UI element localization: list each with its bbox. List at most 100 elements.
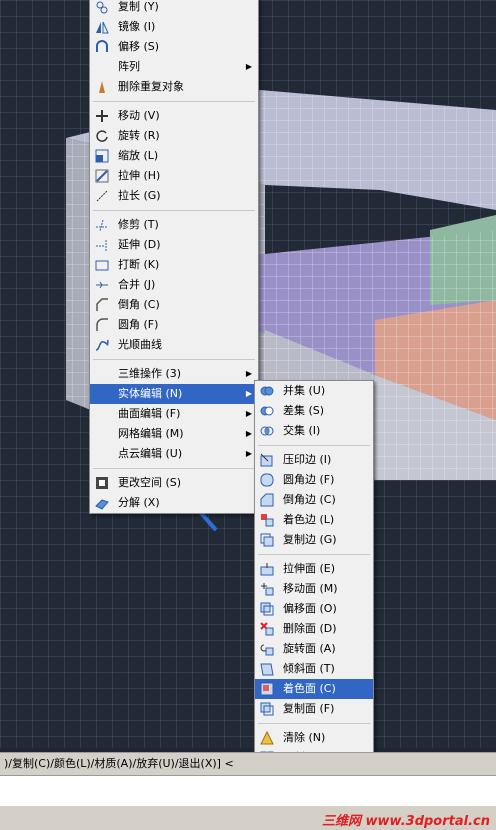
delete-duplicates-icon (95, 80, 109, 94)
sub-menu-item-15[interactable]: 倾斜面 (T) (255, 659, 373, 679)
rotate-icon (95, 129, 109, 143)
rotate-faces-icon (260, 642, 274, 656)
menu-separator (93, 468, 255, 469)
submenu-arrow-icon: ▶ (245, 389, 252, 398)
sub-menu-item-4[interactable]: 压印边 (I) (255, 450, 373, 470)
menu-item-label: 曲面编辑 (F) (118, 407, 181, 420)
clean-icon (260, 731, 274, 745)
sub-menu-item-12[interactable]: 偏移面 (O) (255, 599, 373, 619)
sub-menu-item-14[interactable]: 旋转面 (A) (255, 639, 373, 659)
offset-icon (95, 40, 109, 54)
main-menu-item-13[interactable]: 延伸 (D) (90, 235, 258, 255)
move-faces-icon (260, 582, 274, 596)
main-menu-item-8[interactable]: 缩放 (L) (90, 146, 258, 166)
sub-menu-item-0[interactable]: 并集 (U) (255, 381, 373, 401)
main-menu-item-12[interactable]: 修剪 (T) (90, 215, 258, 235)
menu-item-label: 复制边 (G) (283, 533, 337, 546)
sub-menu-item-13[interactable]: 删除面 (D) (255, 619, 373, 639)
menu-item-label: 旋转面 (A) (283, 642, 336, 655)
menu-item-label: 并集 (U) (283, 384, 326, 397)
copy-edges-icon (260, 533, 274, 547)
join-icon (95, 278, 109, 292)
menu-item-label: 拉伸面 (E) (283, 562, 336, 575)
menu-item-label: 复制面 (F) (283, 702, 335, 715)
menu-item-label: 旋转 (R) (118, 129, 160, 142)
sub-menu-item-11[interactable]: 移动面 (M) (255, 579, 373, 599)
menu-item-label: 合并 (J) (118, 278, 156, 291)
sub-menu-item-17[interactable]: 复制面 (F) (255, 699, 373, 719)
explode-icon (95, 496, 109, 510)
main-menu-item-20[interactable]: 三维操作 (3) ▶ (90, 364, 258, 384)
main-menu-item-0[interactable]: 复制 (Y) (90, 0, 258, 17)
command-input[interactable] (0, 775, 496, 806)
main-menu-item-9[interactable]: 拉伸 (H) (90, 166, 258, 186)
main-menu-item-2[interactable]: 偏移 (S) (90, 37, 258, 57)
main-menu-item-18[interactable]: 光顺曲线 (90, 335, 258, 355)
solid-editing-submenu: 并集 (U) 差集 (S) 交集 (I) 压印边 (I) 圆角边 (F) 倒角边 (C) 着… (254, 380, 374, 809)
menu-item-label: 三维操作 (3) (118, 367, 182, 380)
sub-menu-item-19[interactable]: 清除 (N) (255, 728, 373, 748)
menu-item-label: 圆角边 (F) (283, 473, 335, 486)
blend-curves-icon (95, 338, 109, 352)
menu-separator (93, 359, 255, 360)
main-menu-item-27[interactable]: 分解 (X) (90, 493, 258, 513)
menu-item-label: 删除面 (D) (283, 622, 337, 635)
site-watermark: 三维网 www.3dportal.cn (321, 814, 490, 829)
main-menu-item-7[interactable]: 旋转 (R) (90, 126, 258, 146)
main-menu-item-16[interactable]: 倒角 (C) (90, 295, 258, 315)
modify-menu: 复制 (Y) 镜像 (I) 偏移 (S) 阵列 ▶ 删除重复对象 移动 (V) 旋转 (R) 缩… (89, 0, 259, 514)
menu-item-label: 拉长 (G) (118, 189, 161, 202)
main-menu-item-3[interactable]: 阵列 ▶ (90, 57, 258, 77)
sub-menu-item-7[interactable]: 着色边 (L) (255, 510, 373, 530)
sub-menu-item-2[interactable]: 交集 (I) (255, 421, 373, 441)
lengthen-icon (95, 189, 109, 203)
sub-menu-item-6[interactable]: 倒角边 (C) (255, 490, 373, 510)
main-menu-item-6[interactable]: 移动 (V) (90, 106, 258, 126)
break-icon (95, 258, 109, 272)
copy-icon (95, 0, 109, 14)
main-menu-item-4[interactable]: 删除重复对象 (90, 77, 258, 97)
menu-separator (258, 554, 370, 555)
sub-menu-item-1[interactable]: 差集 (S) (255, 401, 373, 421)
menu-item-label: 缩放 (L) (118, 149, 159, 162)
sub-menu-item-16[interactable]: 着色面 (C) (255, 679, 373, 699)
menu-item-label: 圆角 (F) (118, 318, 159, 331)
menu-item-label: 移动 (V) (118, 109, 160, 122)
main-menu-item-24[interactable]: 点云编辑 (U) ▶ (90, 444, 258, 464)
menu-item-label: 分解 (X) (118, 496, 160, 509)
menu-item-label: 倒角边 (C) (283, 493, 336, 506)
ucs-axis (198, 510, 218, 532)
main-menu-item-10[interactable]: 拉长 (G) (90, 186, 258, 206)
change-space-icon (95, 476, 109, 490)
sub-menu-item-5[interactable]: 圆角边 (F) (255, 470, 373, 490)
submenu-arrow-icon: ▶ (245, 369, 252, 378)
menu-item-label: 镜像 (I) (118, 20, 156, 33)
menu-separator (258, 445, 370, 446)
fillet-icon (95, 318, 109, 332)
main-menu-item-1[interactable]: 镜像 (I) (90, 17, 258, 37)
menu-item-label: 偏移面 (O) (283, 602, 337, 615)
menu-item-label: 网格编辑 (M) (118, 427, 184, 440)
main-menu-item-15[interactable]: 合并 (J) (90, 275, 258, 295)
sub-menu-item-8[interactable]: 复制边 (G) (255, 530, 373, 550)
main-menu-item-14[interactable]: 打断 (K) (90, 255, 258, 275)
taper-faces-icon (260, 662, 274, 676)
mirror-icon (95, 20, 109, 34)
sub-menu-item-10[interactable]: 拉伸面 (E) (255, 559, 373, 579)
delete-faces-icon (260, 622, 274, 636)
main-menu-item-17[interactable]: 圆角 (F) (90, 315, 258, 335)
submenu-arrow-icon: ▶ (245, 449, 252, 458)
chamfer-icon (95, 298, 109, 312)
main-menu-item-23[interactable]: 网格编辑 (M) ▶ (90, 424, 258, 444)
menu-item-label: 倾斜面 (T) (283, 662, 335, 675)
main-menu-item-22[interactable]: 曲面编辑 (F) ▶ (90, 404, 258, 424)
menu-item-label: 光顺曲线 (118, 338, 162, 351)
menu-item-label: 阵列 (118, 60, 140, 73)
menu-item-label: 差集 (S) (283, 404, 325, 417)
menu-item-label: 着色边 (L) (283, 513, 335, 526)
extrude-faces-icon (260, 562, 274, 576)
main-menu-item-26[interactable]: 更改空间 (S) (90, 473, 258, 493)
main-menu-item-21[interactable]: 实体编辑 (N) ▶ (90, 384, 258, 404)
subtract-icon (260, 404, 274, 418)
color-edges-icon (260, 513, 274, 527)
